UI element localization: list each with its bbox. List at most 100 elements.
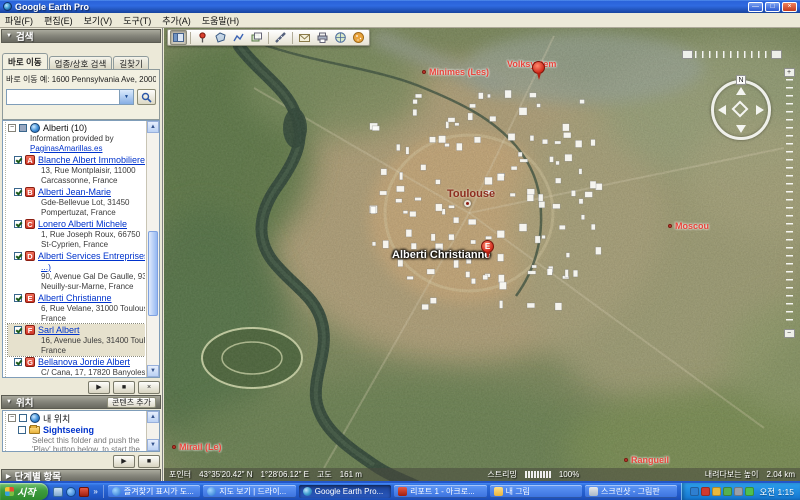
checkbox-icon[interactable]: [14, 326, 22, 334]
flyto-input[interactable]: [6, 89, 120, 105]
taskbar-task-button[interactable]: 리포트 1 - 아크로...: [394, 485, 486, 498]
my-places-row[interactable]: − 내 위치: [8, 412, 145, 424]
provider-link[interactable]: PaginasAmarillas.es: [8, 144, 145, 154]
compass-navigator[interactable]: N: [711, 80, 771, 140]
results-scrollbar[interactable]: ▲ ▼: [146, 121, 159, 377]
checkbox-icon[interactable]: [18, 426, 26, 434]
sightseeing-row[interactable]: Sightseeing: [8, 424, 145, 436]
checkbox-icon[interactable]: [14, 358, 22, 366]
checkbox-icon[interactable]: [14, 156, 22, 164]
places-scrollbar[interactable]: ▲ ▼: [146, 411, 159, 451]
result-title-link[interactable]: Lonero Alberti Michele: [38, 219, 127, 229]
tilt-track[interactable]: [695, 51, 769, 58]
print-button[interactable]: [314, 30, 331, 45]
play-tour-button[interactable]: ▶: [88, 381, 110, 394]
taskbar-task-button[interactable]: 지도 보기 | 드라이...: [203, 485, 295, 498]
search-result-item[interactable]: DAlberti Services Entreprises (les...)90…: [8, 250, 145, 292]
stop-tour-button[interactable]: ■: [113, 381, 135, 394]
search-panel-header[interactable]: ▼ 검색: [1, 29, 161, 43]
scroll-up-arrow[interactable]: ▲: [147, 411, 159, 423]
search-tab[interactable]: 길찾기: [113, 56, 148, 70]
search-result-item[interactable]: BAlberti Jean-MarieGde-Bellevue Lot, 314…: [8, 186, 145, 218]
checkbox-icon[interactable]: [14, 220, 22, 228]
menu-item[interactable]: 추가(A): [162, 14, 191, 27]
dropdown-button[interactable]: ▼: [120, 89, 134, 105]
look-right-arrow-icon[interactable]: [756, 105, 764, 115]
search-results-group-row[interactable]: −Alberti (10): [8, 122, 145, 134]
expander-icon[interactable]: −: [8, 124, 16, 132]
alberti-christianne-marker[interactable]: E: [481, 240, 494, 253]
play-tour-button[interactable]: ▶: [113, 455, 135, 468]
minimize-button[interactable]: —: [748, 2, 763, 12]
search-result-item[interactable]: ABlanche Albert Immobiliere13, Rue Montp…: [8, 154, 145, 186]
sidebar-toggle-button[interactable]: [170, 30, 187, 45]
result-title-link[interactable]: Bellanova Jordie Albert: [38, 357, 130, 367]
messenger-icon[interactable]: [690, 487, 699, 496]
view-in-maps-button[interactable]: [332, 30, 349, 45]
volume-icon[interactable]: [712, 487, 721, 496]
close-button[interactable]: ×: [782, 2, 797, 12]
measure-button[interactable]: [272, 30, 289, 45]
north-button[interactable]: N: [736, 75, 746, 85]
scroll-down-arrow[interactable]: ▼: [147, 365, 159, 377]
maximize-button[interactable]: □: [765, 2, 780, 12]
checkbox-icon[interactable]: [19, 124, 27, 132]
search-result-item[interactable]: CLonero Alberti Michele1, Rue Joseph Rou…: [8, 218, 145, 250]
checkbox-icon[interactable]: [14, 252, 22, 260]
search-button[interactable]: [137, 89, 156, 105]
search-result-item[interactable]: GBellanova Jordie AlbertC/ Cana, 17, 178…: [8, 356, 145, 377]
add-path-button[interactable]: [230, 30, 247, 45]
taskbar-task-button[interactable]: Google Earth Pro...: [299, 485, 391, 498]
internet-explorer-icon[interactable]: [66, 487, 76, 497]
result-title-link[interactable]: Alberti Services Entreprises (les: [38, 251, 145, 261]
start-button[interactable]: 시작: [0, 483, 48, 500]
menu-item[interactable]: 보기(V): [84, 14, 113, 27]
menu-item[interactable]: 도움말(H): [202, 14, 239, 27]
search-tab[interactable]: 바로 이동: [2, 53, 48, 70]
zoom-in-button[interactable]: +: [784, 68, 795, 77]
taskbar-task-button[interactable]: 스크린샷 - 그림판: [585, 485, 677, 498]
acrobat-icon[interactable]: [79, 487, 89, 497]
search-tab[interactable]: 업종/상호 검색: [49, 56, 113, 70]
look-down-arrow-icon[interactable]: [736, 125, 746, 133]
zoom-slider[interactable]: + −: [783, 68, 795, 338]
show-desktop-icon[interactable]: [53, 487, 63, 497]
add-polygon-button[interactable]: [212, 30, 229, 45]
network-icon[interactable]: [723, 487, 732, 496]
clear-results-button[interactable]: ×: [138, 381, 160, 394]
security-alert-icon[interactable]: [701, 487, 710, 496]
result-title-link[interactable]: Sarl Albert: [38, 325, 80, 335]
taskbar-task-button[interactable]: 내 그림: [490, 485, 582, 498]
checkbox-icon[interactable]: [14, 188, 22, 196]
volksystem-marker[interactable]: [532, 61, 545, 74]
map-viewport[interactable]: N + − Minimes (Les)VolksystemToulouseMos…: [164, 28, 800, 481]
expander-icon[interactable]: −: [8, 414, 16, 422]
scroll-down-arrow[interactable]: ▼: [147, 439, 159, 451]
checkbox-icon[interactable]: [14, 294, 22, 302]
checkbox-icon[interactable]: [19, 414, 27, 422]
search-result-item[interactable]: EAlberti Christianne6, Rue Velane, 31000…: [8, 292, 145, 324]
layers-panel-header[interactable]: ▶ 단계별 항목: [1, 469, 161, 481]
tilt-up-button[interactable]: [771, 50, 782, 59]
search-result-item[interactable]: FSarl Albert16, Avenue Jules, 31400 Toul…: [8, 324, 145, 356]
taskbar-task-button[interactable]: 즐겨찾기 표시가 도...: [108, 485, 200, 498]
result-title-link[interactable]: Blanche Albert Immobiliere: [38, 155, 145, 165]
look-left-arrow-icon[interactable]: [718, 105, 726, 115]
menu-item[interactable]: 파일(F): [5, 14, 33, 27]
toulouse-marker[interactable]: [464, 200, 471, 207]
scrollbar-thumb[interactable]: [148, 231, 158, 316]
look-up-arrow-icon[interactable]: [736, 87, 746, 95]
stop-tour-button[interactable]: ■: [138, 455, 160, 468]
menu-item[interactable]: 도구(T): [123, 14, 151, 27]
tilt-slider[interactable]: [682, 50, 782, 59]
add-placemark-button[interactable]: [194, 30, 211, 45]
zoom-track[interactable]: [786, 79, 793, 327]
zoom-out-button[interactable]: −: [784, 329, 795, 338]
result-title-link[interactable]: Alberti Christianne: [38, 293, 112, 303]
tilt-down-button[interactable]: [682, 50, 693, 59]
email-button[interactable]: [296, 30, 313, 45]
usb-icon[interactable]: [734, 487, 743, 496]
quick-launch-overflow-icon[interactable]: »: [93, 487, 97, 496]
add-image-overlay-button[interactable]: [248, 30, 265, 45]
menu-item[interactable]: 편집(E): [44, 14, 73, 27]
